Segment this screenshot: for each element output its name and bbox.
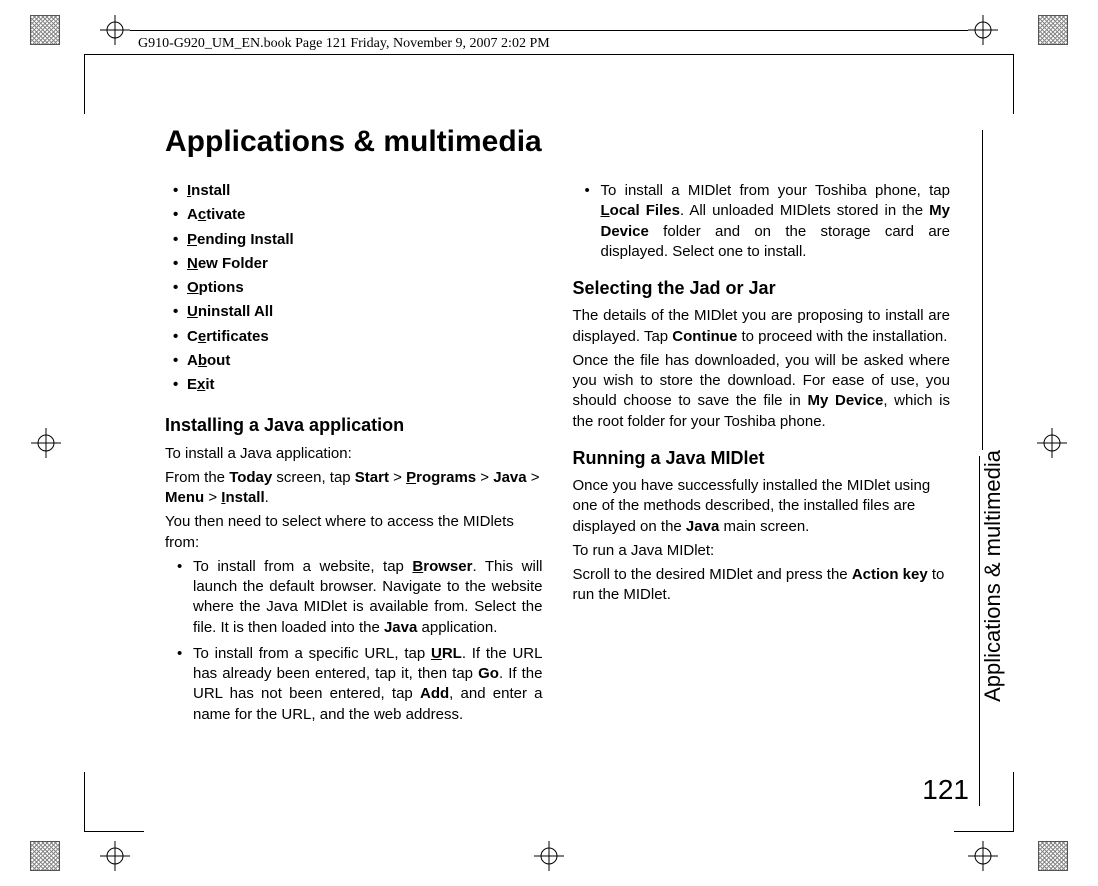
list-item: To install from a website, tap Browser. … [193,557,543,638]
heading-installing-java: Installing a Java application [165,413,543,437]
body-text: Once you have successfully installed the… [573,476,951,537]
menu-item-about: About [175,351,543,371]
menu-item-uninstall-all: Uninstall All [175,302,543,322]
registration-pattern-bl [30,841,60,871]
menu-item-exit: Exit [175,375,543,395]
left-column: Install Activate Pending Install New Fol… [165,181,543,731]
document-header: G910-G920_UM_EN.book Page 121 Friday, No… [130,30,968,55]
side-chapter-text: Applications & multimedia [980,450,1006,702]
list-item: To install a MIDlet from your Toshiba ph… [601,181,951,262]
body-text: You then need to select where to access … [165,512,543,553]
install-options-list: To install from a website, tap Browser. … [165,557,543,725]
menu-list: Install Activate Pending Install New Fol… [165,181,543,395]
crosshair-icon [1037,428,1067,458]
heading-selecting-jad: Selecting the Jad or Jar [573,276,951,300]
crosshair-icon [968,15,998,45]
menu-item-install: Install [175,181,543,201]
crosshair-icon [100,841,130,871]
menu-item-options: Options [175,278,543,298]
crosshair-icon [31,428,61,458]
menu-item-certificates: Certificates [175,327,543,347]
registration-pattern-tr [1038,15,1068,45]
menu-item-new-folder: New Folder [175,254,543,274]
install-options-list-cont: To install a MIDlet from your Toshiba ph… [573,181,951,262]
body-text: To run a Java MIDlet: [573,541,951,561]
crop-corner-tr [954,54,1014,114]
menu-item-pending-install: Pending Install [175,230,543,250]
registration-pattern-tl [30,15,60,45]
body-text: From the Today screen, tap Start > Progr… [165,468,543,509]
crop-corner-bl [84,772,144,832]
crosshair-icon [100,15,130,45]
body-text: Scroll to the desired MIDlet and press t… [573,565,951,606]
page-number-text: 121 [922,774,969,806]
crosshair-icon [968,841,998,871]
registration-pattern-br [1038,841,1068,871]
crop-corner-tl [84,54,144,114]
right-column: To install a MIDlet from your Toshiba ph… [573,181,951,731]
page-content: Applications & multimedia Install Activa… [165,125,950,731]
side-chapter-label: Applications & multimedia [953,130,983,450]
menu-item-activate: Activate [175,205,543,225]
body-text: To install a Java application: [165,444,543,464]
crosshair-icon [534,841,564,871]
body-text: Once the file has downloaded, you will b… [573,351,951,432]
page-title: Applications & multimedia [165,125,950,159]
body-text: The details of the MIDlet you are propos… [573,306,951,347]
list-item: To install from a specific URL, tap URL.… [193,644,543,725]
heading-running-midlet: Running a Java MIDlet [573,446,951,470]
